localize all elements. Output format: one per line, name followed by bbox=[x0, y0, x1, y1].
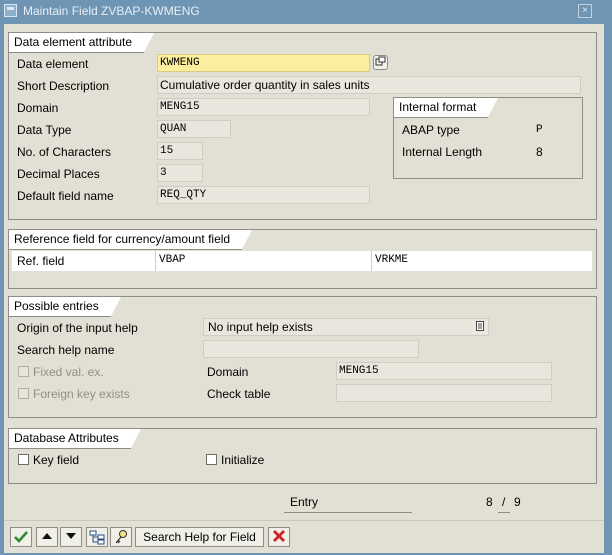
check-table-field bbox=[336, 384, 552, 402]
entry-underline bbox=[284, 512, 412, 513]
ref-field-label: Ref. field bbox=[17, 254, 65, 268]
dropdown-list-icon[interactable] bbox=[474, 321, 486, 333]
group-title: Possible entries bbox=[9, 297, 121, 317]
origin-input-help-value: No input help exists bbox=[208, 320, 313, 334]
close-button[interactable]: × bbox=[578, 4, 592, 18]
origin-input-help-dropdown[interactable]: No input help exists bbox=[203, 318, 489, 336]
abap-type-value: P bbox=[536, 124, 543, 136]
initialize-checkbox[interactable] bbox=[206, 454, 217, 465]
entries-domain-label: Domain bbox=[207, 365, 249, 379]
origin-input-help-label: Origin of the input help bbox=[17, 321, 138, 335]
no-of-characters-field: 15 bbox=[157, 142, 203, 160]
title-bar: Maintain Field ZVBAP-KWMENG × bbox=[0, 0, 612, 22]
abap-type-label: ABAP type bbox=[402, 123, 460, 137]
entry-separator-underline bbox=[498, 512, 510, 513]
key-icon bbox=[115, 530, 127, 544]
search-help-name-label: Search help name bbox=[17, 343, 115, 357]
data-element-field[interactable]: KWMENG bbox=[157, 54, 370, 72]
data-element-label: Data element bbox=[17, 57, 89, 71]
domain-field: MENG15 bbox=[157, 98, 370, 116]
display-data-element-button[interactable] bbox=[373, 55, 388, 70]
group-title: Database Attributes bbox=[9, 429, 141, 449]
no-of-characters-label: No. of Characters bbox=[17, 145, 112, 159]
search-help-for-field-button[interactable]: Search Help for Field bbox=[135, 527, 264, 547]
key-button[interactable] bbox=[110, 527, 132, 547]
next-entry-button[interactable] bbox=[60, 527, 82, 547]
data-type-label: Data Type bbox=[17, 123, 72, 137]
hierarchy-button[interactable] bbox=[86, 527, 108, 547]
internal-length-value: 8 bbox=[536, 145, 543, 159]
internal-format-title: Internal format bbox=[394, 98, 499, 118]
window-title: Maintain Field ZVBAP-KWMENG bbox=[23, 4, 200, 18]
hierarchy-icon bbox=[89, 530, 105, 545]
entry-total: 9 bbox=[514, 495, 521, 509]
arrow-down-icon bbox=[66, 533, 76, 539]
window-menu-icon[interactable] bbox=[4, 4, 17, 17]
reference-field-group: Reference field for currency/amount fiel… bbox=[8, 229, 597, 289]
cancel-button[interactable] bbox=[268, 527, 290, 547]
entries-domain-field: MENG15 bbox=[336, 362, 552, 380]
cell-divider bbox=[155, 251, 156, 271]
previous-entry-button[interactable] bbox=[36, 527, 58, 547]
initialize-label: Initialize bbox=[221, 453, 265, 467]
database-attributes-group: Database Attributes Key field Initialize bbox=[8, 428, 597, 484]
domain-label: Domain bbox=[17, 101, 59, 115]
fixed-val-checkbox bbox=[18, 366, 29, 377]
navigate-icon bbox=[375, 56, 386, 66]
entry-separator: / bbox=[502, 495, 506, 509]
possible-entries-group: Possible entries Origin of the input hel… bbox=[8, 296, 597, 418]
search-help-name-field[interactable] bbox=[203, 340, 419, 358]
short-description-field: Cumulative order quantity in sales units bbox=[157, 76, 581, 94]
internal-format-box: Internal format ABAP type P Internal Len… bbox=[393, 97, 583, 179]
decimal-places-field: 3 bbox=[157, 164, 203, 182]
default-field-name-label: Default field name bbox=[17, 189, 114, 203]
cell-divider bbox=[371, 251, 372, 271]
cancel-icon bbox=[273, 530, 285, 542]
key-field-checkbox[interactable] bbox=[18, 454, 29, 465]
foreign-key-checkbox bbox=[18, 388, 29, 399]
dialog-content: Data element attribute Data element KWME… bbox=[4, 24, 604, 553]
foreign-key-label: Foreign key exists bbox=[33, 387, 130, 401]
key-field-label: Key field bbox=[33, 453, 80, 467]
checkmark-icon bbox=[14, 531, 28, 543]
entry-current: 8 bbox=[486, 495, 493, 509]
data-element-attribute-group: Data element attribute Data element KWME… bbox=[8, 32, 597, 220]
ref-field-field[interactable]: VRKME bbox=[373, 252, 583, 270]
data-type-field: QUAN bbox=[157, 120, 231, 138]
short-description-label: Short Description bbox=[17, 79, 110, 93]
check-table-label: Check table bbox=[207, 387, 271, 401]
ref-table-field[interactable]: VBAP bbox=[157, 252, 369, 270]
group-title: Data element attribute bbox=[9, 33, 155, 53]
internal-length-label: Internal Length bbox=[402, 145, 483, 159]
fixed-val-label: Fixed val. ex. bbox=[33, 365, 104, 379]
dialog-window: Maintain Field ZVBAP-KWMENG × Data eleme… bbox=[0, 0, 612, 555]
arrow-up-icon bbox=[42, 533, 52, 539]
confirm-button[interactable] bbox=[10, 527, 32, 547]
button-toolbar: Search Help for Field bbox=[4, 520, 604, 553]
entry-label: Entry bbox=[290, 495, 319, 509]
decimal-places-label: Decimal Places bbox=[17, 167, 100, 181]
default-field-name-field: REQ_QTY bbox=[157, 186, 370, 204]
group-title: Reference field for currency/amount fiel… bbox=[9, 230, 253, 250]
